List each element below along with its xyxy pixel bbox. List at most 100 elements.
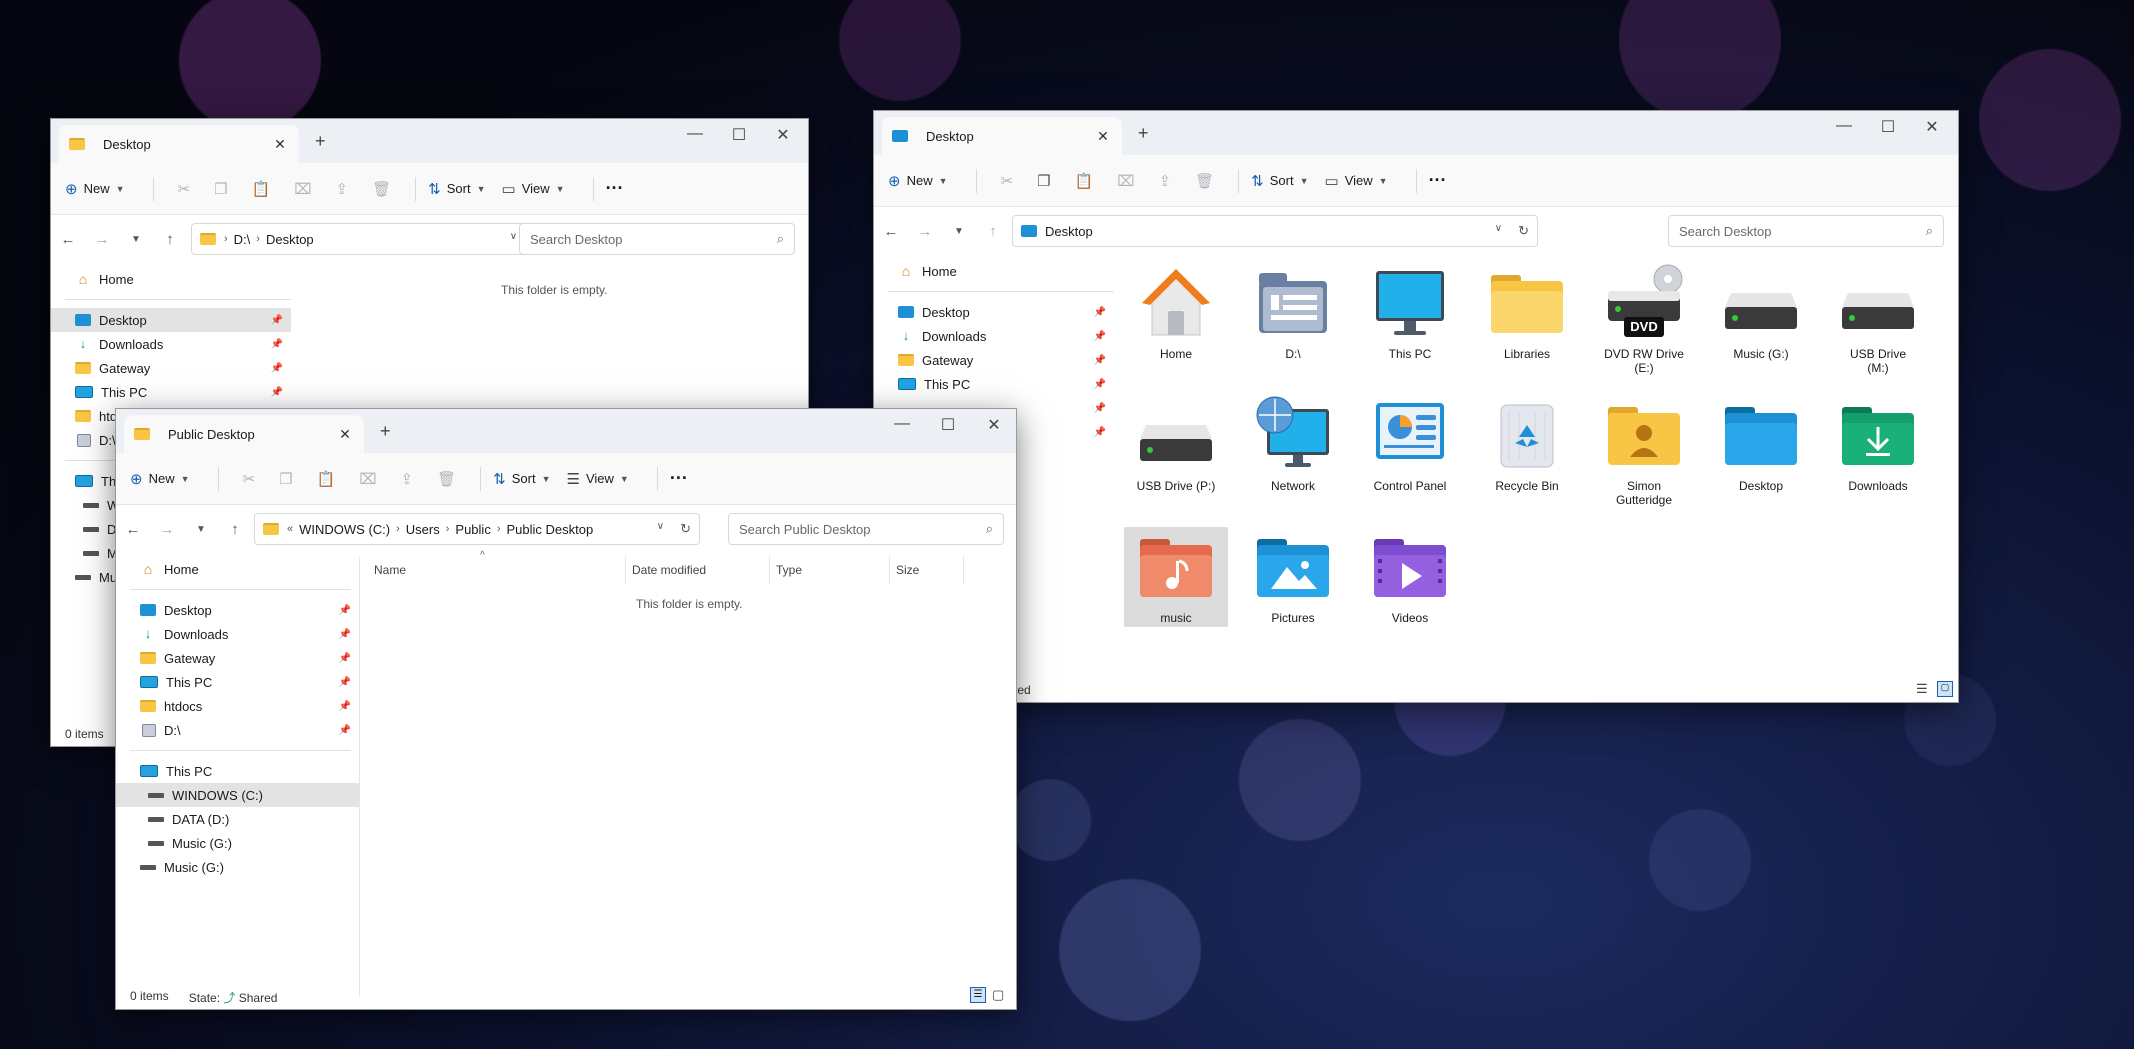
maximize-icon[interactable]: ☐ [1868,117,1908,137]
delete-icon[interactable]: 🗑 [372,180,391,198]
grid-item-downloads[interactable]: Downloads [1838,395,1918,493]
new-button[interactable]: ⊕ New ▼ [65,180,125,198]
copy-icon[interactable]: ❐ [1037,172,1050,190]
breadcrumb-item[interactable]: Public [455,522,490,537]
grid-item-music-g[interactable]: Music (G:) [1721,263,1801,361]
forward-arrow-icon[interactable]: → [150,521,184,538]
close-window-icon[interactable]: ✕ [1912,117,1952,137]
new-button[interactable]: ⊕ New ▼ [130,470,190,488]
tab-desktop[interactable]: Desktop ✕ [882,117,1122,155]
search-box[interactable]: Search Public Desktop ⌕ [728,513,1004,545]
back-arrow-icon[interactable]: ← [874,223,908,240]
minimize-icon[interactable]: — [675,125,715,143]
delete-icon[interactable]: 🗑 [1195,172,1214,190]
grid-item-this-pc[interactable]: This PC [1370,263,1450,361]
grid-item-libraries[interactable]: Libraries [1487,263,1567,361]
nav-item-this-pc[interactable]: This PC 📌 [116,670,359,694]
nav-item-downloads[interactable]: ↓ Downloads 📌 [51,332,291,356]
nav-item-downloads[interactable]: ↓ Downloads 📌 [874,324,1114,348]
nav-item-gateway[interactable]: Gateway 📌 [116,646,359,670]
pin-icon[interactable]: 📌 [339,725,351,736]
close-window-icon[interactable]: ✕ [974,415,1014,435]
nav-item-music-root[interactable]: Music (G:) [116,855,359,879]
pin-icon[interactable]: 📌 [271,363,283,374]
nav-item-music-g[interactable]: Music (G:) [116,831,359,855]
grid-item-music[interactable]: music [1124,527,1228,627]
cut-icon[interactable]: ✂ [178,180,191,198]
grid-item-control-panel[interactable]: Control Panel [1370,395,1450,493]
large-icons-view-icon[interactable]: ▢ [1937,681,1953,697]
search-box[interactable]: Search Desktop ⌕ [1668,215,1944,247]
nav-home[interactable]: ⌂ Home [874,259,1114,283]
minimize-icon[interactable]: — [882,415,922,433]
breadcrumb-item[interactable]: Users [406,522,440,537]
close-tab-icon[interactable]: ✕ [336,426,354,443]
forward-arrow-icon[interactable]: → [908,223,942,240]
nav-item-this-pc-tree[interactable]: This PC [116,759,359,783]
refresh-icon[interactable]: ↻ [1518,223,1529,239]
rename-icon[interactable]: ⌧ [294,180,311,198]
grid-item-network[interactable]: Network [1253,395,1333,493]
refresh-icon[interactable]: ↻ [680,521,691,537]
address-bar[interactable]: « WINDOWS (C:) › Users › Public › Public… [254,513,700,545]
grid-item-d[interactable]: D:\ [1253,263,1333,361]
pin-icon[interactable]: 📌 [339,605,351,616]
pin-icon[interactable]: 📌 [1094,379,1106,390]
recent-chevron-icon[interactable]: ▼ [119,234,153,245]
sort-button[interactable]: ⇅ Sort ▼ [1251,172,1308,190]
breadcrumb-item[interactable]: Public Desktop [507,522,594,537]
search-input[interactable]: Search Desktop [1679,224,1926,239]
pin-icon[interactable]: 📌 [339,653,351,664]
view-button[interactable]: ☰ View ▼ [567,470,629,488]
more-options-button[interactable]: ··· [1429,170,1447,191]
copy-icon[interactable]: ❐ [279,470,292,488]
breadcrumb-item[interactable]: Desktop [266,232,314,247]
share-icon[interactable]: ⇪ [401,470,414,488]
pin-icon[interactable]: 📌 [271,315,283,326]
breadcrumb-item[interactable]: Desktop [1045,224,1093,239]
recent-chevron-icon[interactable]: ▼ [184,524,218,535]
sort-button[interactable]: ⇅ Sort ▼ [493,470,550,488]
nav-item-this-pc[interactable]: This PC 📌 [874,372,1114,396]
close-window-icon[interactable]: ✕ [763,125,803,145]
copy-icon[interactable]: ❐ [214,180,227,198]
search-input[interactable]: Search Public Desktop [739,522,986,537]
new-tab-icon[interactable]: + [1138,123,1149,144]
address-bar[interactable]: Desktop ∨ ↻ [1012,215,1538,247]
nav-item-desktop[interactable]: Desktop 📌 [874,300,1114,324]
nav-home[interactable]: ⌂ Home [51,267,291,291]
nav-item-windows-c[interactable]: WINDOWS (C:) [116,783,359,807]
maximize-icon[interactable]: ☐ [719,125,759,145]
minimize-icon[interactable]: — [1824,117,1864,135]
up-arrow-icon[interactable]: ↑ [153,231,187,248]
column-header-name[interactable]: Name [368,556,626,584]
grid-item-recycle-bin[interactable]: Recycle Bin [1487,395,1567,493]
column-header-date-modified[interactable]: Date modified [626,556,770,584]
nav-item-desktop[interactable]: Desktop 📌 [51,308,291,332]
more-options-button[interactable]: ··· [606,178,624,199]
delete-icon[interactable]: 🗑 [437,470,456,488]
more-options-button[interactable]: ··· [670,468,688,489]
nav-item-gateway[interactable]: Gateway 📌 [874,348,1114,372]
pin-icon[interactable]: 📌 [339,677,351,688]
nav-item-data-d[interactable]: DATA (D:) [116,807,359,831]
dropdown-chevron-icon[interactable]: ∨ [1495,223,1502,239]
tab-public-desktop[interactable]: Public Desktop ✕ [124,415,364,453]
grid-item-dvd-rw-drive-e[interactable]: DVD DVD RW Drive (E:) [1604,263,1684,375]
close-tab-icon[interactable]: ✕ [1094,128,1112,145]
view-button[interactable]: ▭ View ▼ [1325,172,1388,190]
details-view-icon[interactable]: ☰ [970,987,986,1003]
nav-item-d-drive[interactable]: D:\ 📌 [116,718,359,742]
cut-icon[interactable]: ✂ [243,470,256,488]
maximize-icon[interactable]: ☐ [928,415,968,435]
search-box[interactable]: Search Desktop ⌕ [519,223,795,255]
address-bar[interactable]: › D:\ › Desktop ∨↻ [191,223,553,255]
close-tab-icon[interactable]: ✕ [271,136,289,153]
back-arrow-icon[interactable]: ← [116,521,150,538]
nav-home[interactable]: ⌂ Home [116,557,359,581]
pin-icon[interactable]: 📌 [339,629,351,640]
nav-item-downloads[interactable]: ↓ Downloads 📌 [116,622,359,646]
grid-item-usb-drive-p[interactable]: USB Drive (P:) [1136,395,1216,493]
nav-item-gateway[interactable]: Gateway 📌 [51,356,291,380]
breadcrumb-item[interactable]: WINDOWS (C:) [299,522,390,537]
